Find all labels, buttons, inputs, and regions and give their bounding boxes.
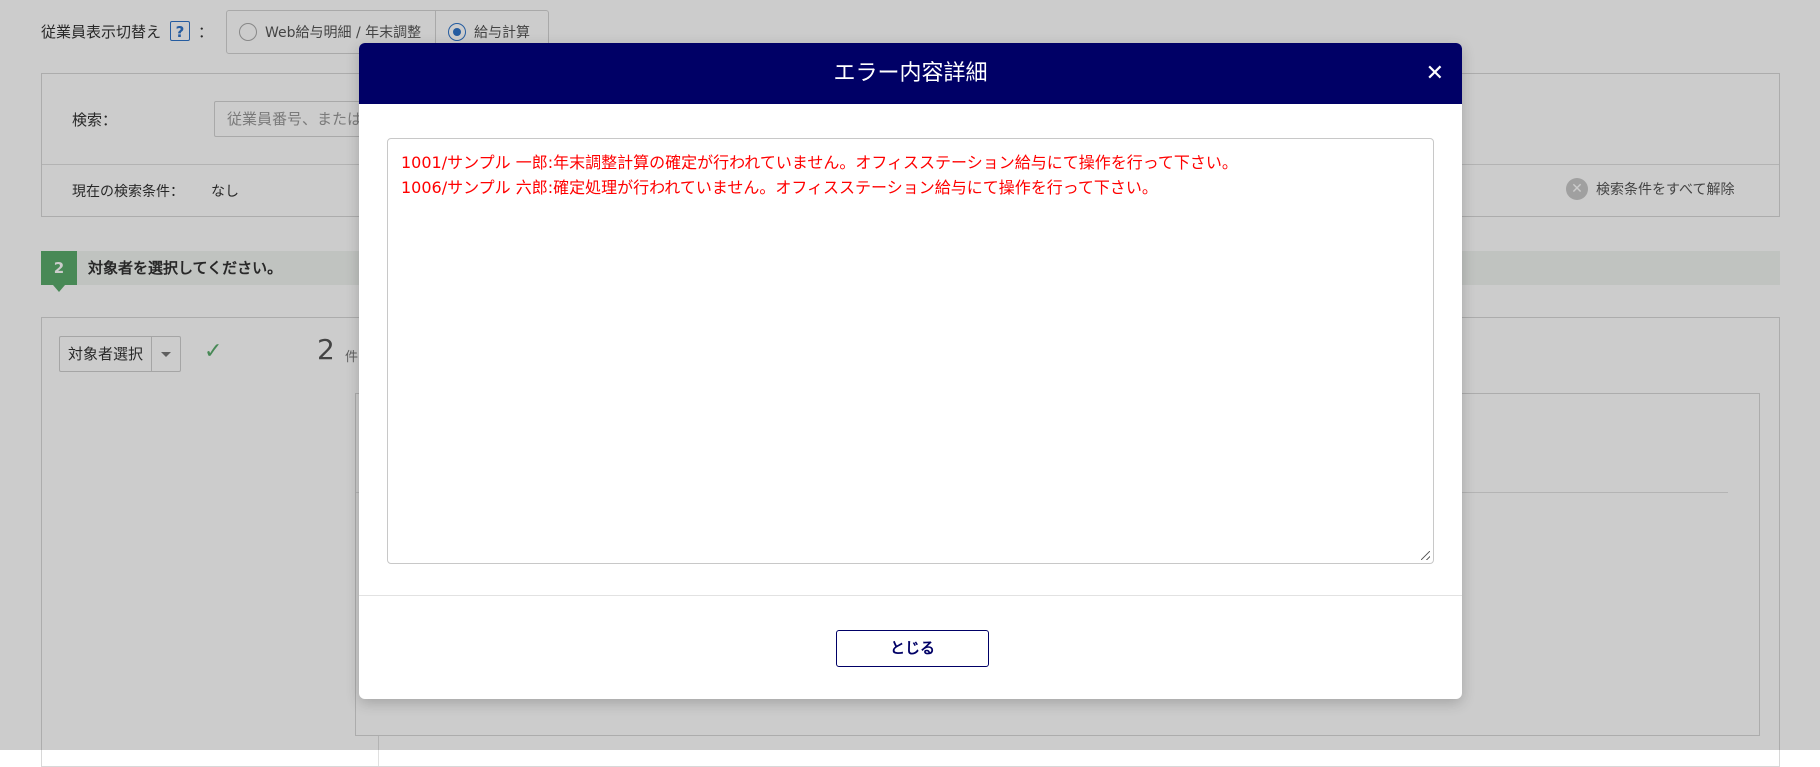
- resize-handle-icon[interactable]: [1421, 551, 1430, 560]
- modal-title: エラー内容詳細: [833, 61, 988, 86]
- error-details-textarea[interactable]: 1001/サンプル 一郎:年末調整計算の確定が行われていません。オフィスステーシ…: [387, 138, 1434, 564]
- modal-footer-divider: [359, 595, 1462, 596]
- modal-header: エラー内容詳細 ✕: [359, 43, 1462, 104]
- error-line: 1001/サンプル 一郎:年末調整計算の確定が行われていません。オフィスステーシ…: [401, 153, 1238, 172]
- close-icon[interactable]: ✕: [1426, 43, 1444, 104]
- close-button[interactable]: とじる: [836, 630, 989, 667]
- error-detail-modal: エラー内容詳細 ✕ 1001/サンプル 一郎:年末調整計算の確定が行われていませ…: [359, 43, 1462, 699]
- error-line: 1006/サンプル 六郎:確定処理が行われていません。オフィスステーション給与に…: [401, 178, 1158, 197]
